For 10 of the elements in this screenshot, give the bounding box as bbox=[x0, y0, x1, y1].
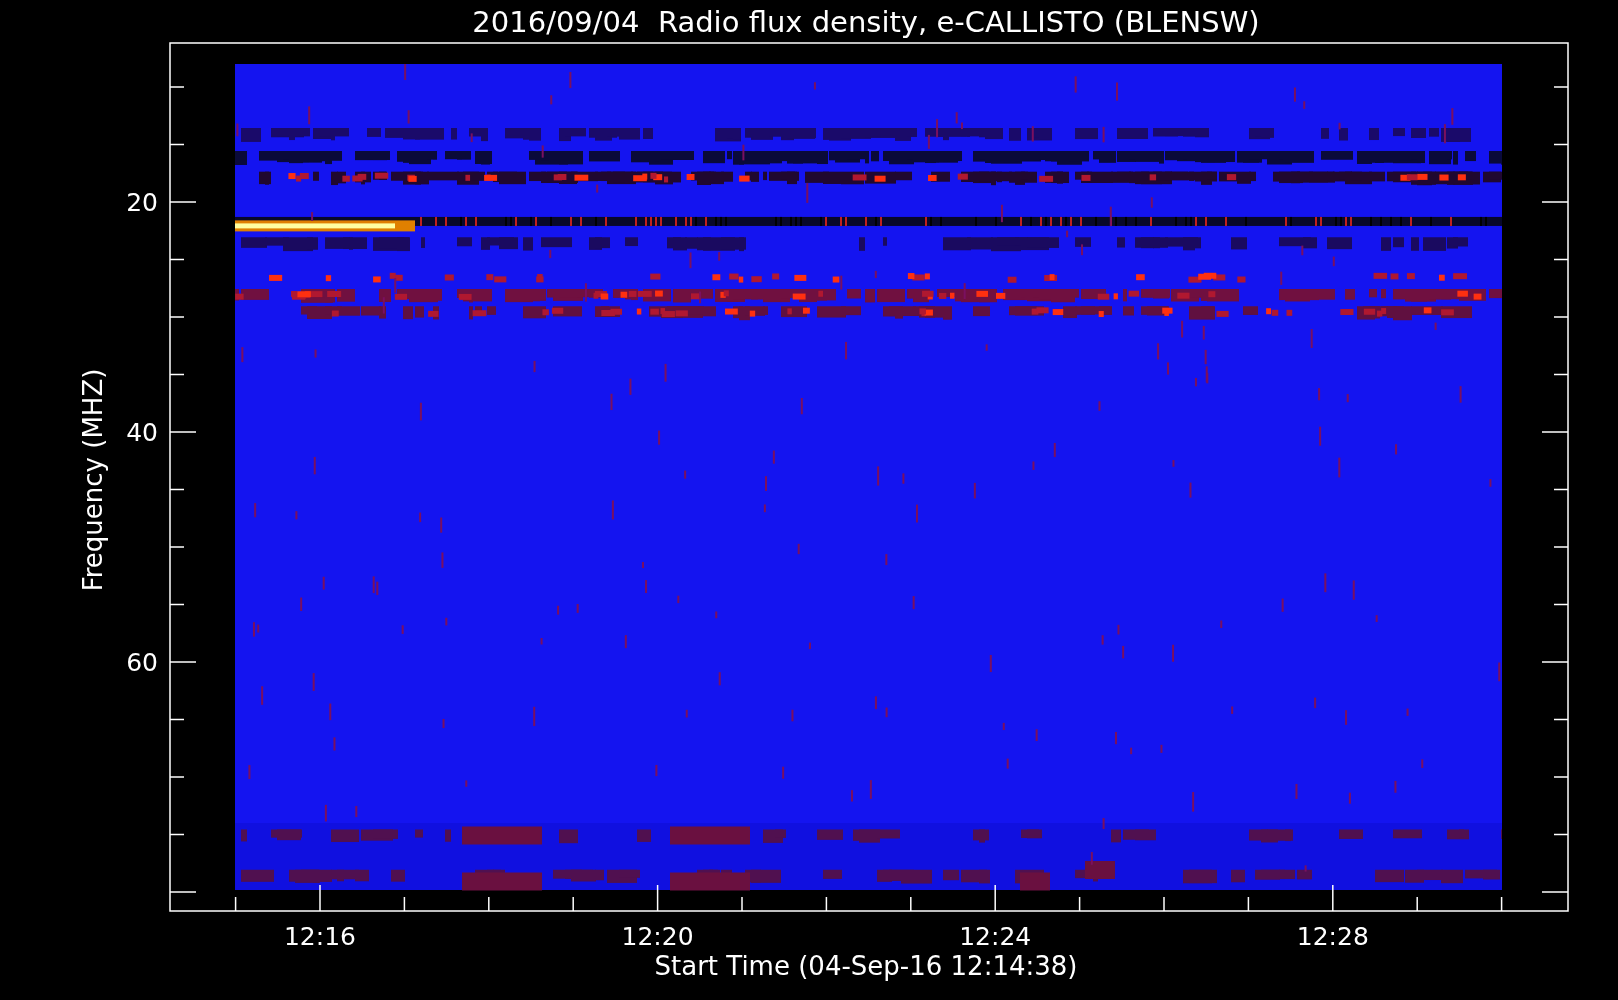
x-tick-label: 12:16 bbox=[284, 922, 356, 951]
x-axis-label: Start Time (04-Sep-16 12:14:38) bbox=[654, 951, 1078, 981]
y-tick-label: 60 bbox=[126, 648, 158, 677]
y-tick-label: 20 bbox=[126, 188, 158, 217]
y-axis-label: Frequency (MHZ) bbox=[78, 368, 108, 592]
x-tick-label: 12:28 bbox=[1296, 922, 1369, 951]
x-tick-label: 12:20 bbox=[621, 922, 694, 951]
chart-title: 2016/09/04 Radio flux density, e-CALLISTO (BLENSW) bbox=[472, 5, 1260, 39]
y-tick-label: 40 bbox=[126, 418, 158, 447]
x-tick-label: 12:24 bbox=[959, 922, 1032, 951]
